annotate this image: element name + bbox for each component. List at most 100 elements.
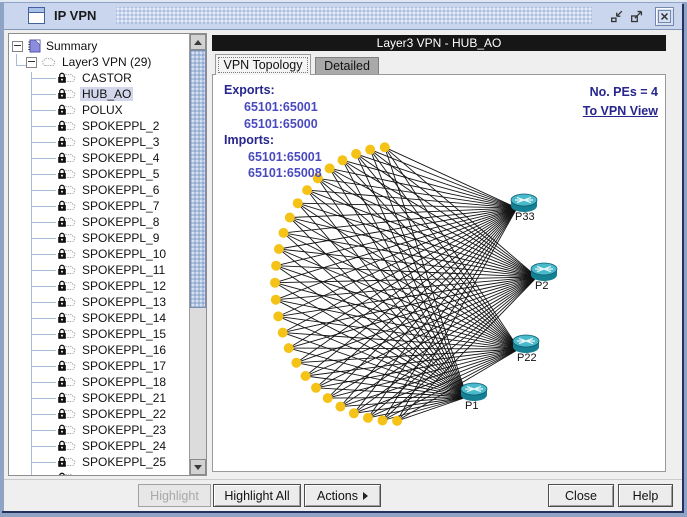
lock-icon <box>57 312 67 324</box>
tree-expander-icon[interactable] <box>12 41 23 52</box>
close-dialog-button[interactable]: Close <box>548 484 614 507</box>
tree-item[interactable]: SPOKEPPL_4 <box>9 150 189 166</box>
tree-item[interactable]: SPOKEPPL_3 <box>9 134 189 150</box>
right-triangle-icon <box>363 492 368 500</box>
site-node[interactable] <box>335 402 345 412</box>
site-node[interactable] <box>302 185 312 195</box>
lock-icon <box>57 456 67 468</box>
actions-label: Actions <box>317 489 358 503</box>
site-node[interactable] <box>293 198 303 208</box>
tree-connector <box>31 366 56 367</box>
tree-item[interactable]: SPOKEPPL_14 <box>9 310 189 326</box>
site-node[interactable] <box>291 358 301 368</box>
site-node[interactable] <box>284 343 294 353</box>
site-node[interactable] <box>285 213 295 223</box>
site-node[interactable] <box>365 145 375 155</box>
tree-item-layer3-vpn[interactable]: Layer3 VPN (29) <box>9 54 189 70</box>
lock-icon <box>57 200 67 212</box>
router-label: P33 <box>515 211 535 223</box>
scroll-up-button[interactable] <box>190 34 206 50</box>
tree-connector <box>31 446 56 447</box>
site-node[interactable] <box>380 142 390 152</box>
site-node[interactable] <box>301 371 311 381</box>
tree-item[interactable]: POLUX <box>9 102 189 118</box>
tree-item[interactable]: CASTOR <box>9 70 189 86</box>
site-node[interactable] <box>271 261 281 271</box>
site-node[interactable] <box>349 408 359 418</box>
site-node[interactable] <box>278 328 288 338</box>
tree-connector <box>31 126 56 127</box>
site-node[interactable] <box>273 311 283 321</box>
tree-item[interactable]: SPOKEPPL_6 <box>9 182 189 198</box>
tab-vpn-topology[interactable]: VPN Topology <box>215 54 311 75</box>
tree-item[interactable]: SPOKEPPL_11 <box>9 262 189 278</box>
panel-header: Layer3 VPN - HUB_AO <box>212 35 666 51</box>
tree-connector <box>31 190 56 191</box>
actions-menu-button[interactable]: Actions <box>304 484 381 507</box>
maximize-button[interactable] <box>628 8 645 25</box>
site-node[interactable] <box>274 244 284 254</box>
tree-item-summary[interactable]: Summary <box>9 38 189 54</box>
site-node[interactable] <box>351 149 361 159</box>
tree-item[interactable]: SPOKEPPL_15 <box>9 326 189 342</box>
site-node[interactable] <box>338 155 348 165</box>
ip-vpn-window: IP VPN <box>0 0 687 517</box>
tree-item[interactable]: SPOKEPPL_9 <box>9 230 189 246</box>
tree-item[interactable]: SPOKEPPL_2 <box>9 118 189 134</box>
scroll-down-button[interactable] <box>190 459 206 475</box>
site-node[interactable] <box>378 416 388 426</box>
close-button[interactable] <box>655 7 674 26</box>
tree-connector <box>31 462 56 463</box>
site-node[interactable] <box>279 228 289 238</box>
highlight-button[interactable]: Highlight <box>138 484 211 507</box>
site-node[interactable] <box>325 163 335 173</box>
tree-expander-icon[interactable] <box>26 57 37 68</box>
tree-item[interactable]: HUB_AO <box>9 86 189 102</box>
tree-connector <box>31 206 56 207</box>
site-node[interactable] <box>392 416 402 426</box>
site-node[interactable] <box>363 413 373 423</box>
tree-item[interactable]: SPOKEPPL_13 <box>9 294 189 310</box>
tree-connector <box>31 350 56 351</box>
tree-item[interactable]: SPOKEPPL_16 <box>9 342 189 358</box>
router-node[interactable]: P22 <box>513 335 539 364</box>
tree-item[interactable]: SPOKEPPL_17 <box>9 358 189 374</box>
tree-item[interactable]: SPOKEPPL_5 <box>9 166 189 182</box>
tree-item[interactable]: SPOKEPPL_18 <box>9 374 189 390</box>
tree-connector <box>31 238 56 239</box>
imports-label: Imports: <box>224 133 274 147</box>
tree-item[interactable]: SPOKEPPL_12 <box>9 278 189 294</box>
scrollbar-thumb[interactable] <box>190 50 206 308</box>
tree-item-clipped[interactable] <box>9 470 189 475</box>
tree-item[interactable]: SPOKEPPL_24 <box>9 438 189 454</box>
tree-connector <box>31 398 56 399</box>
tree-item[interactable]: SPOKEPPL_7 <box>9 198 189 214</box>
tree-item[interactable]: SPOKEPPL_8 <box>9 214 189 230</box>
exports-label: Exports: <box>224 83 275 97</box>
site-node[interactable] <box>270 278 280 288</box>
lock-icon <box>57 472 67 475</box>
lock-icon <box>57 344 67 356</box>
tab-detailed[interactable]: Detailed <box>315 57 379 75</box>
router-node[interactable]: P2 <box>531 263 557 292</box>
site-node[interactable] <box>323 393 333 403</box>
tree-item[interactable]: SPOKEPPL_21 <box>9 390 189 406</box>
vpn-link-line <box>330 168 467 397</box>
router-node[interactable]: P1 <box>461 383 487 412</box>
iconify-button[interactable] <box>608 8 625 25</box>
to-vpn-view-link[interactable]: To VPN View <box>583 104 658 118</box>
tree-item[interactable]: SPOKEPPL_25 <box>9 454 189 470</box>
router-node[interactable]: P33 <box>511 194 537 223</box>
help-button[interactable]: Help <box>618 484 673 507</box>
tree-scrollbar[interactable] <box>189 34 206 475</box>
tree-connector <box>31 382 56 383</box>
tree-item[interactable]: SPOKEPPL_23 <box>9 422 189 438</box>
tree-item[interactable]: SPOKEPPL_22 <box>9 406 189 422</box>
title-bar[interactable]: IP VPN <box>4 3 682 30</box>
highlight-all-button[interactable]: Highlight All <box>213 484 301 507</box>
tree-item[interactable]: SPOKEPPL_10 <box>9 246 189 262</box>
site-node[interactable] <box>271 295 281 305</box>
lock-icon <box>57 280 67 292</box>
export-target: 65101:65000 <box>244 117 318 131</box>
site-node[interactable] <box>311 383 321 393</box>
